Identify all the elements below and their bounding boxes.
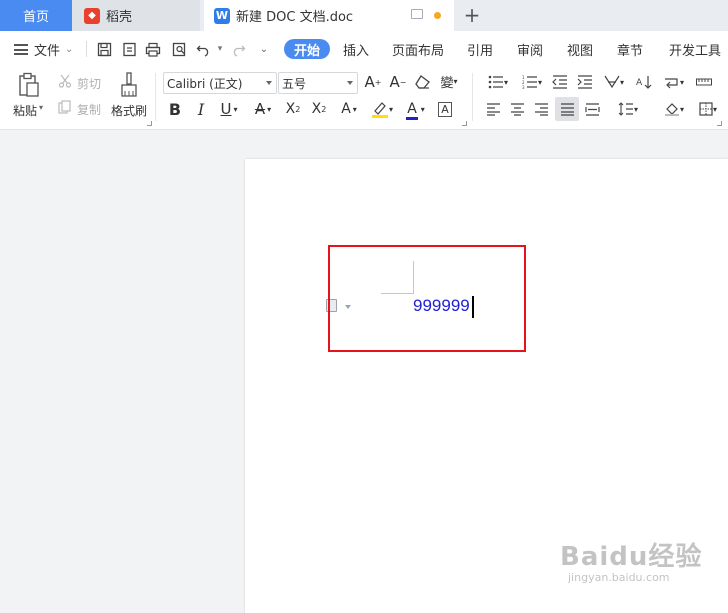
line-break-icon[interactable]: ▾: [660, 73, 688, 91]
tab-home[interactable]: 首页: [0, 0, 72, 31]
tab-view[interactable]: 视图: [567, 39, 593, 59]
font-size-value: 五号: [282, 76, 307, 91]
tab-bar: 首页 ◆ 稻壳 W 新建 DOC 文档.doc +: [0, 0, 728, 31]
paste-label[interactable]: 粘贴: [13, 102, 37, 119]
tab-references[interactable]: 引用: [467, 39, 493, 59]
format-painter-icon[interactable]: [118, 71, 140, 99]
undo-dropdown-icon[interactable]: ▾: [210, 39, 230, 59]
phonetic-guide-icon[interactable]: 變 ▾: [438, 72, 460, 91]
tab-review[interactable]: 审阅: [517, 39, 543, 59]
save-icon[interactable]: [94, 39, 114, 59]
text-effect-icon[interactable]: A ▾: [335, 99, 363, 119]
chevron-down-icon: ⌄: [65, 44, 74, 55]
wps-writer-icon: W: [214, 7, 230, 24]
clipboard-group-launcher[interactable]: [147, 121, 152, 126]
paragraph-group-launcher[interactable]: [717, 121, 722, 126]
copy-label[interactable]: 复制: [77, 101, 101, 118]
increase-indent-icon[interactable]: [576, 73, 594, 91]
divider: [86, 41, 87, 57]
format-painter-label[interactable]: 格式刷: [111, 102, 147, 119]
tab-page-layout[interactable]: 页面布局: [392, 39, 444, 59]
baidu-watermark: Baidu经验 jingyan.baidu.com: [560, 536, 702, 584]
annotation-highlight-box: [328, 245, 526, 352]
divider: [472, 73, 473, 121]
strikethrough-icon[interactable]: A ▾: [249, 99, 277, 119]
underline-icon[interactable]: U ▾: [215, 99, 243, 119]
decrease-indent-icon[interactable]: [551, 73, 569, 91]
bold-icon[interactable]: B: [166, 99, 184, 119]
distribute-icon[interactable]: [583, 99, 601, 119]
shrink-font-icon[interactable]: A −: [389, 73, 407, 91]
monitor-icon[interactable]: [411, 9, 423, 19]
numbered-list-icon[interactable]: 1 2 3 ▾: [518, 73, 546, 91]
chevron-down-icon: [266, 81, 272, 85]
sort-icon[interactable]: A: [634, 73, 654, 91]
tab-document[interactable]: W 新建 DOC 文档.doc: [204, 0, 454, 31]
tab-daoke-label: 稻壳: [106, 10, 133, 25]
print-preview-icon[interactable]: [169, 39, 189, 59]
unsaved-dot-icon: [434, 12, 441, 19]
scissors-icon[interactable]: [57, 73, 73, 89]
font-name-value: Calibri (正文): [167, 76, 243, 91]
watermark-logo: Baidu经验: [560, 542, 703, 572]
highlight-color-icon[interactable]: ▾: [367, 99, 397, 119]
copy-icon[interactable]: [57, 99, 73, 115]
tab-developer[interactable]: 开发工具: [669, 39, 721, 59]
font-name-select[interactable]: Calibri (正文): [163, 72, 277, 94]
font-color-icon[interactable]: A ▾: [401, 99, 431, 120]
justify-icon[interactable]: [555, 97, 579, 121]
tab-home-label: 首页: [22, 10, 49, 25]
character-border-icon[interactable]: A: [436, 100, 454, 118]
clear-format-icon[interactable]: [414, 73, 432, 91]
align-center-icon[interactable]: [508, 99, 526, 119]
hamburger-icon: [14, 44, 28, 55]
chinese-layout-icon[interactable]: ▾: [600, 73, 628, 91]
tab-start[interactable]: 开始: [284, 39, 331, 59]
tab-chapter[interactable]: 章节: [617, 39, 643, 59]
font-group-launcher[interactable]: [462, 121, 467, 126]
chevron-down-icon: [347, 81, 353, 85]
tab-insert[interactable]: 插入: [343, 39, 369, 59]
ribbon: 粘贴 ▾ 剪切 复制 格式刷 Calibri (正文) 五号 A + A − 變 ▾ …: [0, 67, 728, 130]
daoke-logo-icon: ◆: [84, 7, 100, 24]
tab-document-label: 新建 DOC 文档.doc: [236, 10, 354, 25]
tab-daoke[interactable]: ◆ 稻壳: [72, 0, 200, 31]
paste-dropdown-icon[interactable]: ▾: [39, 103, 43, 112]
font-size-select[interactable]: 五号: [278, 72, 358, 94]
superscript-icon[interactable]: X2: [282, 99, 304, 119]
bullet-list-icon[interactable]: ▾: [484, 73, 512, 91]
print-icon[interactable]: [143, 39, 163, 59]
new-tab-button[interactable]: +: [460, 3, 484, 27]
border-icon[interactable]: ▾: [694, 99, 722, 119]
redo-icon[interactable]: [228, 39, 248, 59]
more-quick-access-icon[interactable]: ⌄: [254, 39, 274, 59]
svg-text:A: A: [636, 78, 643, 88]
line-spacing-icon[interactable]: ▾: [614, 99, 642, 119]
divider: [155, 73, 156, 121]
paste-icon[interactable]: [16, 71, 42, 99]
italic-icon[interactable]: I: [192, 99, 210, 119]
menu-bar: 文件 ⌄ ▾ ⌄ 开始 插入 页面布局 引用 审阅 视图 章节 开发工具: [0, 31, 728, 67]
svg-text:3: 3: [522, 85, 525, 89]
ruler-icon[interactable]: [694, 73, 714, 91]
cut-label[interactable]: 剪切: [77, 75, 101, 92]
export-pdf-icon[interactable]: [119, 39, 139, 59]
subscript-icon[interactable]: X2: [308, 99, 330, 119]
shading-icon[interactable]: ▾: [660, 99, 688, 119]
grow-font-icon[interactable]: A +: [364, 73, 382, 91]
align-right-icon[interactable]: [532, 99, 550, 119]
align-left-icon[interactable]: [484, 99, 502, 119]
file-menu-button[interactable]: 文件 ⌄: [14, 40, 73, 59]
file-menu-label: 文件: [34, 44, 61, 59]
